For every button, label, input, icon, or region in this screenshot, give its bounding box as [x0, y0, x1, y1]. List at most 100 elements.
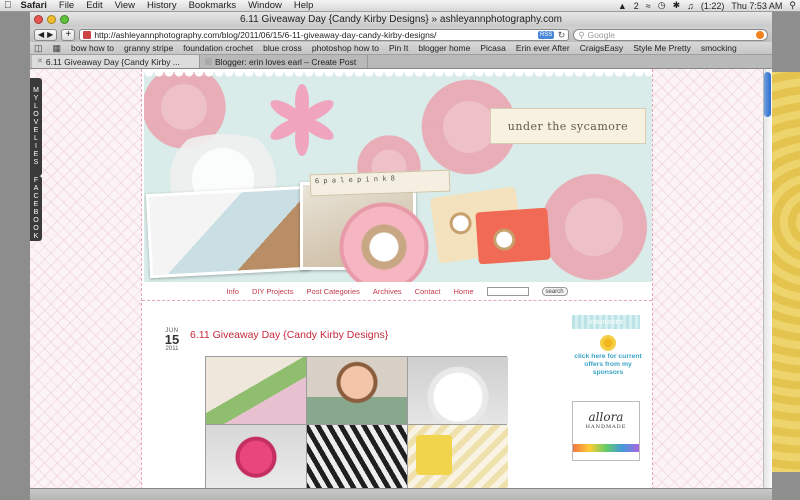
apple-menu-icon[interactable]:  — [4, 0, 12, 11]
top-sites-icon[interactable]: ▦ — [53, 43, 62, 54]
nav-contact[interactable]: Contact — [415, 287, 441, 296]
bookmark-item[interactable]: foundation crochet — [183, 43, 253, 53]
search-field[interactable]: ⚲ Google — [573, 28, 768, 41]
scallop-border — [144, 72, 652, 80]
sidetab-letter: B — [33, 208, 39, 216]
adobe-icon[interactable]: ▲ — [618, 1, 627, 11]
back-forward-buttons: ◀ ▶ — [34, 28, 58, 41]
nav-home[interactable]: Home — [454, 287, 474, 296]
post-day: 15 — [164, 332, 180, 347]
safari-window: 6.11 Giveaway Day {Candy Kirby Designs} … — [30, 12, 772, 500]
spotlight-icon[interactable]: ⚲ — [789, 0, 796, 11]
bookmark-item[interactable]: blogger home — [418, 43, 470, 53]
bookmark-item[interactable]: Pin It — [389, 43, 408, 53]
close-tab-icon[interactable]: ✕ — [37, 56, 43, 68]
back-arrow-icon[interactable]: ◀ — [38, 30, 44, 40]
bookmark-item[interactable]: Erin ever After — [516, 43, 570, 53]
post-date: JUN 15 2011 — [161, 328, 183, 352]
blog-header-banner[interactable]: 6 p a l e p i n k 8 under the sycamore — [144, 72, 652, 282]
menu-help[interactable]: Help — [294, 0, 314, 11]
collage-photo-bloomers — [206, 357, 306, 424]
sponsor-offers-link[interactable]: click here for current offers from my sp… — [572, 353, 644, 377]
allora-logo: allora — [588, 410, 624, 424]
washi-tape-roll — [339, 202, 429, 282]
rss-button[interactable]: RSS — [537, 30, 555, 39]
tab-giveaway[interactable]: ✕ 6.11 Giveaway Day {Candy Kirby ... — [32, 55, 200, 68]
sidetab-letter: Y — [33, 95, 39, 102]
battery-status[interactable]: (1:22) — [701, 1, 725, 11]
scrollbar-thumb[interactable] — [764, 72, 771, 117]
blog-search-button[interactable]: search — [541, 286, 568, 296]
bookmark-item[interactable]: granny stripe — [124, 43, 173, 53]
menu-view[interactable]: View — [115, 0, 135, 11]
nav-diy-projects[interactable]: DIY Projects — [252, 287, 294, 296]
timemachine-icon[interactable]: ◷ — [658, 0, 666, 11]
facebook-tab[interactable]: F A C E B O O K — [30, 176, 42, 241]
nav-divider — [142, 300, 652, 301]
notification-count[interactable]: 2 — [634, 1, 639, 11]
bookmark-item[interactable]: photoshop how to — [312, 43, 379, 53]
bookmark-item[interactable]: Style Me Pretty — [633, 43, 691, 53]
site-favicon-icon — [83, 30, 92, 39]
bookmark-item[interactable]: smocking — [701, 43, 737, 53]
post-title[interactable]: 6.11 Giveaway Day {Candy Kirby Designs} — [190, 329, 388, 341]
bookmark-item[interactable]: bow how to — [71, 43, 114, 53]
menu-clock[interactable]: Thu 7:53 AM — [731, 1, 782, 11]
page-scrollbar[interactable] — [763, 69, 772, 500]
search-clear-icon[interactable] — [756, 30, 764, 39]
bluetooth-icon[interactable]: ✱ — [673, 0, 681, 11]
bookmarks-bar: ◫ ▦ bow how to granny stripe foundation … — [30, 42, 772, 55]
post-photo-collage[interactable] — [205, 356, 508, 500]
forward-arrow-icon[interactable]: ▶ — [47, 30, 53, 40]
menu-edit[interactable]: Edit — [86, 0, 102, 11]
stamp-label: 6 p a l e p i n k 8 — [309, 169, 451, 197]
close-window-button[interactable] — [34, 15, 43, 24]
nav-archives[interactable]: Archives — [373, 287, 402, 296]
sidetab-letter: E — [33, 127, 39, 134]
web-content[interactable]: M Y L O V E L I E S F A C E B O O K 6 p … — [30, 69, 772, 500]
nav-post-categories[interactable]: Post Categories — [307, 287, 360, 296]
zoom-window-button[interactable] — [60, 15, 69, 24]
add-bookmark-button[interactable]: + — [61, 28, 76, 41]
allora-color-strip — [573, 444, 639, 452]
tab-bar: ✕ 6.11 Giveaway Day {Candy Kirby ... Blo… — [30, 55, 772, 69]
volume-icon[interactable]: ♫ — [687, 1, 694, 11]
desktop-left-edge — [0, 12, 30, 500]
wifi-icon[interactable]: ≈ — [646, 1, 651, 11]
menu-window[interactable]: Window — [248, 0, 282, 11]
bookmark-item[interactable]: blue cross — [263, 43, 302, 53]
browser-toolbar: ◀ ▶ + http://ashleyannphotography.com/bl… — [30, 27, 772, 42]
nav-info[interactable]: Info — [226, 287, 239, 296]
reload-icon[interactable]: ↻ — [558, 30, 566, 40]
minimize-window-button[interactable] — [47, 15, 56, 24]
allora-sponsor-ad[interactable]: allora HANDMADE — [572, 401, 640, 461]
sidetab-letter: E — [33, 200, 39, 208]
blog-page: 6 p a l e p i n k 8 under the sycamore I… — [141, 69, 653, 500]
blog-search-input[interactable] — [486, 286, 529, 296]
address-url[interactable]: http://ashleyannphotography.com/blog/201… — [94, 30, 436, 40]
menu-file[interactable]: File — [59, 0, 74, 11]
address-bar[interactable]: http://ashleyannphotography.com/blog/201… — [79, 28, 570, 41]
tab-blogger[interactable]: Blogger: erin loves earl – Create Post — [200, 55, 368, 68]
menu-app-name[interactable]: Safari — [21, 0, 47, 11]
collage-photo-damask-pillow — [307, 425, 407, 492]
bookmark-item[interactable]: CraigsEasy — [580, 43, 623, 53]
menu-bookmarks[interactable]: Bookmarks — [189, 0, 237, 11]
bookmark-item[interactable]: Picasa — [480, 43, 506, 53]
reading-list-icon[interactable]: ◫ — [34, 43, 43, 54]
collage-photo-white-ruffle — [408, 357, 508, 424]
window-titlebar[interactable]: 6.11 Giveaway Day {Candy Kirby Designs} … — [30, 12, 772, 27]
collage-photo-chevron-pillow — [408, 425, 508, 492]
my-lovelies-tab[interactable]: M Y L O V E L I E S — [30, 78, 42, 176]
desktop-right-edge — [772, 12, 800, 500]
sidetab-letter: K — [33, 232, 39, 240]
sidetab-letter: F — [33, 176, 39, 184]
menu-history[interactable]: History — [147, 0, 177, 11]
sidetab-letter: A — [33, 184, 39, 192]
desktop-flower-wallpaper — [772, 72, 800, 472]
collage-photo-pink-flower — [206, 425, 306, 492]
window-bottom-bar — [30, 488, 772, 500]
blog-name-tag: under the sycamore — [490, 108, 646, 144]
window-controls — [34, 15, 69, 24]
blog-nav: Info DIY Projects Post Categories Archiv… — [142, 283, 652, 299]
